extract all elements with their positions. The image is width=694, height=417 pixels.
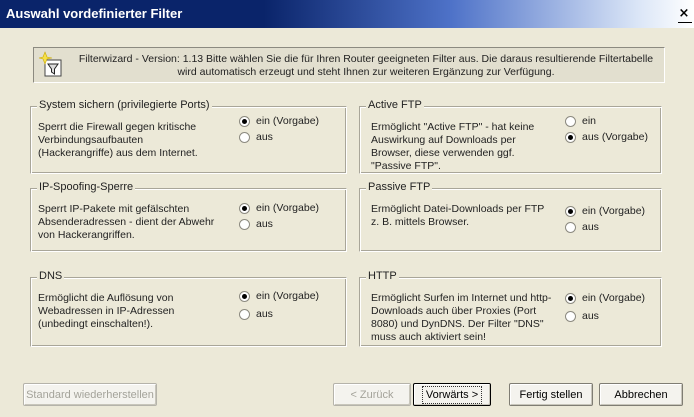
group-legend: IP-Spoofing-Sperre	[37, 181, 136, 193]
banner-line-1: Filterwizard - Version: 1.13 Bitte wähle…	[78, 53, 654, 65]
group-passive-ftp: Passive FTP Ermöglicht Datei-Downloads p…	[359, 181, 662, 252]
radio-dot[interactable]	[239, 202, 250, 214]
group-description: Ermöglicht Surfen im Internet und http- …	[371, 292, 551, 344]
radio-active-ftp-aus[interactable]: aus (Vorgabe)	[565, 131, 648, 143]
back-button[interactable]: < Zurück	[333, 383, 411, 406]
radio-label: aus (Vorgabe)	[582, 131, 648, 143]
radio-dot[interactable]	[565, 205, 576, 217]
radio-label: aus	[256, 218, 273, 230]
group-legend: Active FTP	[366, 99, 424, 111]
radio-dot[interactable]	[565, 310, 576, 322]
desc-line: Sperrt die Firewall gegen kritische	[38, 121, 197, 133]
desc-line: muss auch aktiviert sein!	[371, 331, 486, 343]
finish-button[interactable]: Fertig stellen	[509, 383, 593, 406]
close-icon-underline	[678, 22, 692, 23]
radio-dot[interactable]	[239, 131, 250, 143]
close-icon[interactable]: ×	[677, 7, 691, 21]
radio-passive-ftp-aus[interactable]: aus	[565, 221, 599, 233]
group-description: Ermöglicht Datei-Downloads per FTP z. B.…	[371, 203, 544, 229]
group-description: Sperrt IP-Pakete mit gefälschten Absende…	[38, 203, 214, 242]
radio-label: ein (Vorgabe)	[582, 205, 646, 217]
desc-line: Auswirkung auf Downloads per	[371, 134, 516, 146]
group-http: HTTP Ermöglicht Surfen im Internet und h…	[359, 270, 662, 347]
group-description: Ermöglicht die Auflösung von Webadressen…	[38, 292, 174, 331]
group-legend: Passive FTP	[366, 181, 433, 193]
desc-line: Webadressen in IP-Adressen	[38, 305, 175, 317]
group-active-ftp: Active FTP Ermöglicht "Active FTP" - hat…	[359, 99, 662, 174]
radio-dns-aus[interactable]: aus	[239, 308, 273, 320]
group-description: Ermöglicht "Active FTP" - hat keine Ausw…	[371, 121, 534, 173]
group-legend: HTTP	[366, 270, 399, 282]
title-bar: Auswahl vordefinierter Filter ×	[0, 0, 694, 28]
radio-dot[interactable]	[239, 290, 250, 302]
desc-line: Ermöglicht "Active FTP" - hat keine	[371, 121, 535, 133]
desc-line: z. B. mittels Browser.	[371, 216, 470, 228]
radio-dot[interactable]	[565, 221, 576, 233]
radio-label: ein (Vorgabe)	[256, 290, 320, 302]
window-title: Auswahl vordefinierter Filter	[6, 6, 183, 21]
desc-line: 8080) und DynDNS. Der Filter "DNS"	[371, 318, 544, 330]
radio-http-aus[interactable]: aus	[565, 310, 599, 322]
desc-line: Ermöglicht Datei-Downloads per FTP	[371, 203, 545, 215]
next-button-label: Vorwärts >	[421, 385, 483, 404]
radio-dot[interactable]	[239, 218, 250, 230]
desc-line: Ermöglicht die Auflösung von	[38, 292, 174, 304]
radio-label: aus	[582, 221, 599, 233]
group-ip-spoofing-sperre: IP-Spoofing-Sperre Sperrt IP-Pakete mit …	[30, 181, 347, 252]
desc-line: Downloads auch über Proxies (Port	[371, 305, 537, 317]
group-dns: DNS Ermöglicht die Auflösung von Webadre…	[30, 270, 347, 347]
desc-line: (unbedingt einschalten!).	[38, 318, 153, 330]
radio-system-ein[interactable]: ein (Vorgabe)	[239, 115, 319, 127]
restore-defaults-button[interactable]: Standard wiederherstellen	[23, 383, 157, 406]
radio-label: aus	[256, 131, 273, 143]
wizard-banner: Filterwizard - Version: 1.13 Bitte wähle…	[33, 47, 665, 83]
radio-dot[interactable]	[239, 115, 250, 127]
desc-line: Ermöglicht Surfen im Internet und http-	[371, 292, 552, 304]
radio-label: ein (Vorgabe)	[256, 202, 320, 214]
group-description: Sperrt die Firewall gegen kritische Verb…	[38, 121, 198, 160]
group-legend: System sichern (privilegierte Ports)	[37, 99, 212, 111]
cancel-button[interactable]: Abbrechen	[599, 383, 683, 406]
desc-line: Absenderadressen - dient der Abwehr	[38, 216, 215, 228]
radio-label: aus	[582, 310, 599, 322]
radio-ip-spoofing-ein[interactable]: ein (Vorgabe)	[239, 202, 319, 214]
radio-label: ein	[582, 115, 597, 127]
radio-dot[interactable]	[565, 131, 576, 143]
radio-passive-ftp-ein[interactable]: ein (Vorgabe)	[565, 205, 645, 217]
radio-label: aus	[256, 308, 273, 320]
desc-line: Sperrt IP-Pakete mit gefälschten	[38, 203, 190, 215]
radio-dot[interactable]	[239, 308, 250, 320]
desc-line: "Passive FTP".	[371, 160, 441, 172]
radio-label: ein (Vorgabe)	[256, 115, 320, 127]
group-system-sichern: System sichern (privilegierte Ports) Spe…	[30, 99, 347, 174]
next-button[interactable]: Vorwärts >	[413, 383, 491, 406]
radio-system-aus[interactable]: aus	[239, 131, 273, 143]
radio-dns-ein[interactable]: ein (Vorgabe)	[239, 290, 319, 302]
radio-http-ein[interactable]: ein (Vorgabe)	[565, 292, 645, 304]
desc-line: (Hackerangriffe) aus dem Internet.	[38, 147, 198, 159]
radio-label: ein (Vorgabe)	[582, 292, 646, 304]
radio-ip-spoofing-aus[interactable]: aus	[239, 218, 273, 230]
desc-line: von Hackerangriffen.	[38, 229, 135, 241]
radio-active-ftp-ein[interactable]: ein	[565, 115, 596, 127]
banner-line-2: wird automatisch erzeugt und steht Ihnen…	[177, 66, 555, 78]
radio-dot[interactable]	[565, 115, 576, 127]
desc-line: Browser, diese verwenden ggf.	[371, 147, 515, 159]
filter-wizard-icon	[38, 51, 62, 77]
banner-text: Filterwizard - Version: 1.13 Bitte wähle…	[74, 53, 658, 79]
radio-dot[interactable]	[565, 292, 576, 304]
group-legend: DNS	[37, 270, 65, 282]
desc-line: Verbindungsaufbauten	[38, 134, 144, 146]
